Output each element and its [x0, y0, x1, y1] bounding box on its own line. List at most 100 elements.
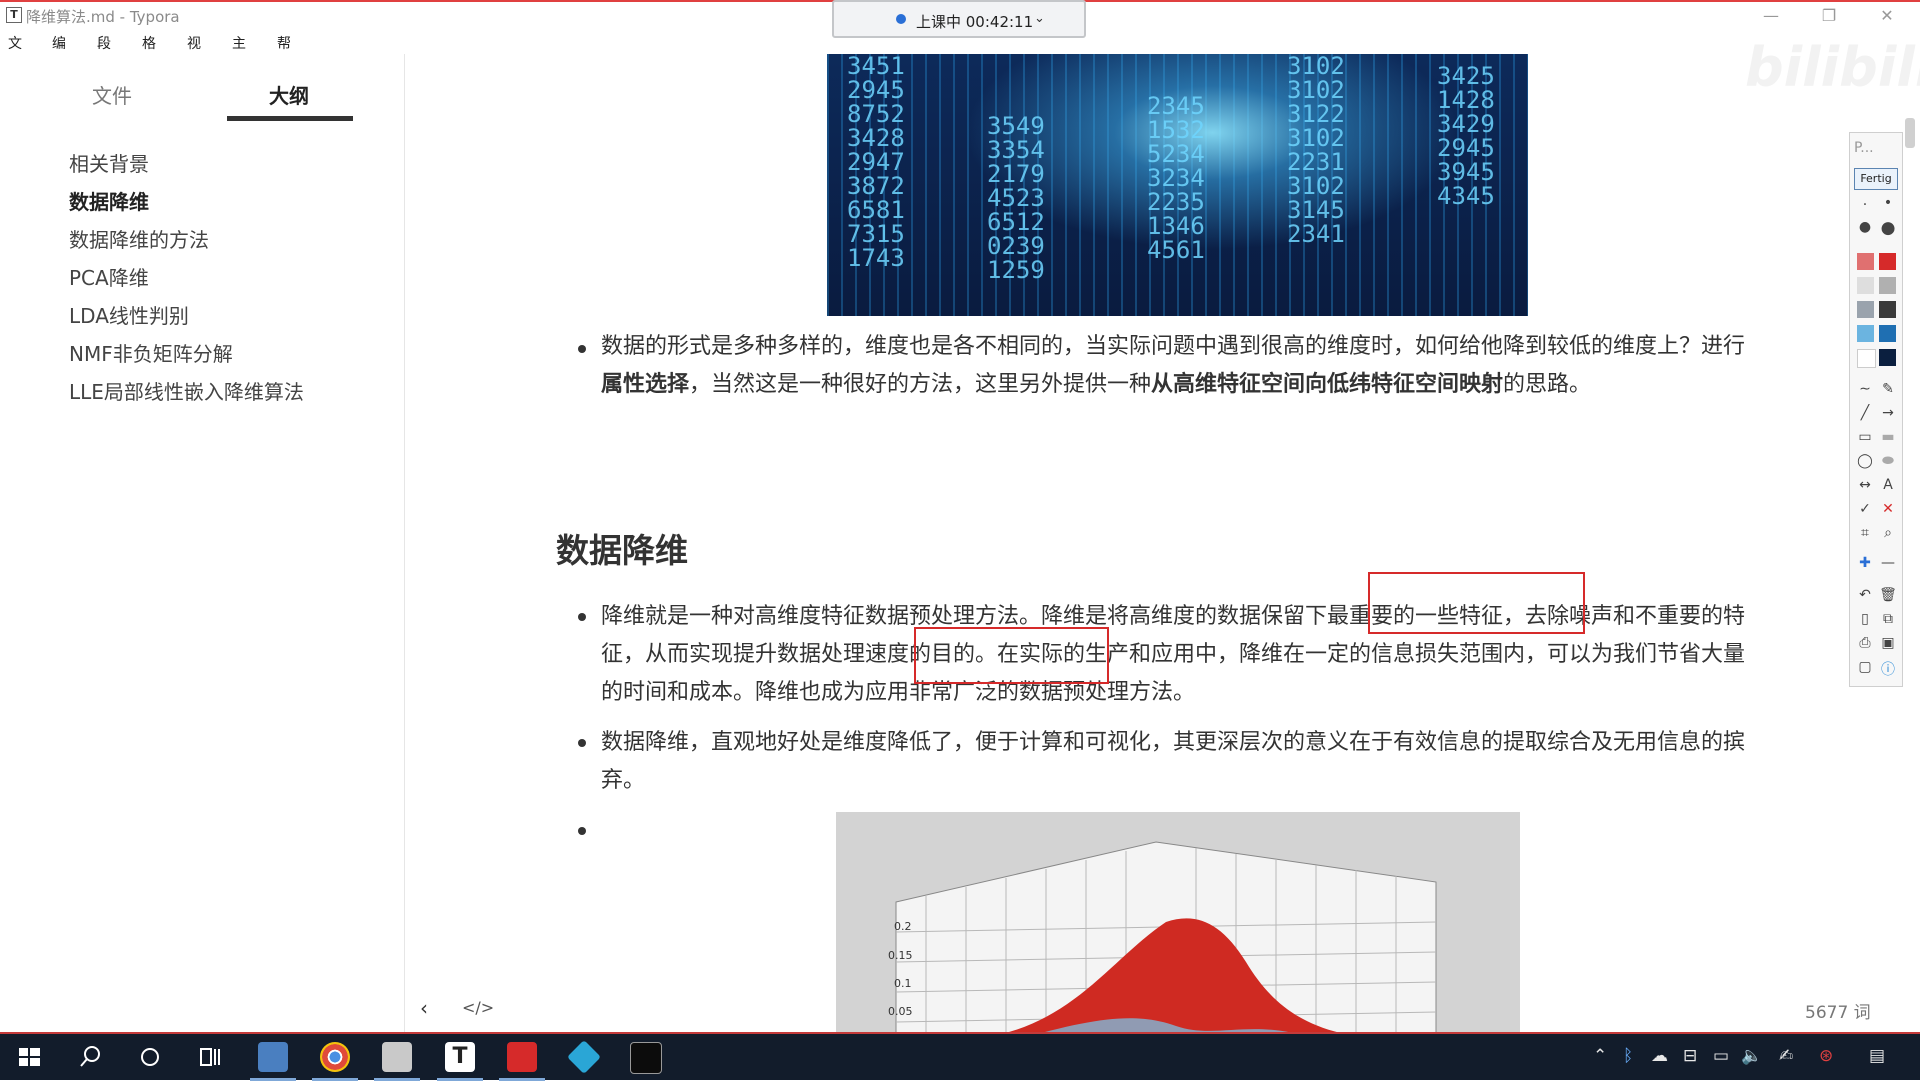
z-tick-label: 0.2: [894, 920, 912, 933]
info-icon[interactable]: ⓘ: [1878, 659, 1898, 679]
highlight-box: [1368, 572, 1585, 634]
chevron-left-icon[interactable]: ‹: [420, 996, 428, 1020]
notifications-icon[interactable]: ▤: [1869, 1046, 1885, 1066]
highlighter-blue-icon[interactable]: [1857, 325, 1874, 342]
windows-start-icon[interactable]: [14, 1042, 44, 1072]
chevron-down-icon[interactable]: ⌄: [1034, 11, 1045, 26]
class-timer-text: 上课中 00:42:11: [916, 13, 1034, 31]
arrow-icon[interactable]: →: [1878, 405, 1898, 421]
outline-item-reduction-methods[interactable]: 数据降维的方法: [69, 224, 209, 253]
digital-data-image: 3451 2945 8752 3428 2947 3872 6581 7315 …: [827, 54, 1528, 316]
color-blue-swatch[interactable]: [1879, 325, 1896, 342]
cortana-icon[interactable]: [135, 1042, 165, 1072]
freehand-icon[interactable]: ∼: [1855, 381, 1875, 397]
outline-item-nmf[interactable]: NMF非负矩阵分解: [69, 338, 233, 367]
list-bullet: [578, 827, 586, 835]
save-icon[interactable]: ▣: [1878, 635, 1898, 651]
outline-item-pca[interactable]: PCA降维: [69, 262, 149, 291]
check-icon[interactable]: ✓: [1855, 501, 1875, 517]
highlighter-red-icon[interactable]: [1857, 253, 1874, 270]
highlight-box: [914, 627, 1109, 684]
screenshot-icon[interactable]: ▢: [1855, 659, 1875, 675]
editor-scrollbar-thumb[interactable]: [1905, 118, 1915, 148]
color-dark-swatch[interactable]: [1879, 301, 1896, 318]
new-page-icon[interactable]: ▯: [1855, 611, 1875, 627]
outline-item-lle[interactable]: LLE局部线性嵌入降维算法: [69, 376, 304, 405]
print-icon[interactable]: ⎙: [1855, 635, 1875, 651]
monitor-icon[interactable]: ▭: [1713, 1046, 1729, 1066]
cross-icon[interactable]: ✕: [1878, 501, 1898, 517]
sidebar: 文件 大纲 相关背景 数据降维 数据降维的方法 PCA降维 LDA线性判别 NM…: [0, 54, 405, 1032]
color-red-swatch[interactable]: [1879, 253, 1896, 270]
source-code-toggle-icon[interactable]: </>: [462, 998, 494, 1017]
chrome-icon[interactable]: [320, 1042, 350, 1072]
file-explorer-icon[interactable]: [258, 1042, 288, 1072]
pen-icon[interactable]: ✎: [1878, 381, 1898, 397]
search-icon[interactable]: [75, 1042, 105, 1072]
color-gray-swatch[interactable]: [1879, 277, 1896, 294]
taskbar: T ⌃ ᛒ ☁ ⊟ ▭ 🔈 ✍ ⊛ ▤: [0, 1032, 1920, 1081]
filled-rectangle-icon[interactable]: ▬: [1878, 429, 1898, 445]
volume-icon[interactable]: 🔈: [1741, 1046, 1762, 1066]
class-timer-widget[interactable]: 上课中 00:42:11 ⌄: [832, 0, 1086, 38]
maximize-button[interactable]: ❐: [1806, 4, 1852, 28]
done-button[interactable]: Fertig: [1854, 168, 1898, 190]
typora-icon[interactable]: T: [445, 1042, 475, 1072]
bold-attribute-selection: 属性选择: [601, 372, 690, 397]
color-white-swatch[interactable]: [1857, 349, 1876, 368]
outline-item-data-reduction[interactable]: 数据降维: [69, 186, 149, 215]
annotation-toolbar: P... Fertig · • ● ● ∼ ✎ ╱ → ▭ ▬ ◯ ⬬ ↔ A …: [1849, 132, 1903, 687]
large-dot-icon[interactable]: ●: [1855, 219, 1875, 235]
section-heading: 数据降维: [556, 531, 688, 570]
trash-icon[interactable]: 🗑: [1878, 587, 1898, 603]
double-arrow-icon[interactable]: ↔: [1855, 477, 1875, 493]
z-tick-label: 0.15: [888, 949, 913, 962]
pen-icon[interactable]: ✍: [1779, 1046, 1793, 1066]
minimize-button[interactable]: —: [1748, 4, 1794, 28]
small-dot-icon[interactable]: ·: [1855, 197, 1875, 213]
plus-icon[interactable]: ✚: [1855, 555, 1875, 571]
antivirus-icon[interactable]: ⊛: [1819, 1046, 1833, 1066]
paragraph-text: 的思路。: [1503, 372, 1592, 397]
bold-feature-mapping: 从高维特征空间向低纬特征空间映射: [1151, 372, 1504, 397]
recording-dot-icon: [896, 14, 906, 24]
network-folder-icon[interactable]: ⊟: [1683, 1046, 1697, 1066]
zoom-icon[interactable]: ⌕: [1878, 525, 1898, 541]
filled-ellipse-icon[interactable]: ⬬: [1878, 453, 1898, 469]
window-title: 降维算法.md - Typora: [26, 8, 180, 26]
cloud-icon[interactable]: ☁: [1651, 1046, 1668, 1066]
gaussian-surface-image: 0.2 0.15 0.1 0.05: [836, 812, 1520, 1040]
copy-icon[interactable]: ⧉: [1878, 611, 1898, 627]
chevron-up-icon[interactable]: ⌃: [1593, 1046, 1607, 1066]
color-navy-swatch[interactable]: [1879, 349, 1896, 366]
list-bullet: [578, 613, 586, 621]
outline-item-background[interactable]: 相关背景: [69, 148, 149, 177]
paragraph-intro[interactable]: 数据的形式是多种多样的，维度也是各不相同的，当实际问题中遇到很高的维度时，如何给…: [601, 328, 1756, 404]
ellipse-icon[interactable]: ◯: [1855, 453, 1875, 469]
tab-outline[interactable]: 大纲: [269, 80, 309, 109]
word-count[interactable]: 5677 词: [1805, 998, 1871, 1023]
undo-icon[interactable]: ↶: [1855, 587, 1875, 603]
text-tool-icon[interactable]: A: [1878, 477, 1898, 493]
list-bullet: [578, 739, 586, 747]
highlighter-gray-icon[interactable]: [1857, 277, 1874, 294]
rectangle-icon[interactable]: ▭: [1855, 429, 1875, 445]
close-button[interactable]: ✕: [1864, 4, 1910, 28]
paint-icon[interactable]: [382, 1042, 412, 1072]
outline-item-lda[interactable]: LDA线性判别: [69, 300, 189, 329]
typora-app-icon: T: [6, 7, 22, 23]
line-icon[interactable]: ╱: [1855, 405, 1875, 421]
crop-icon[interactable]: ⌗: [1855, 525, 1875, 541]
paragraph-benefits[interactable]: 数据降维，直观地好处是维度降低了，便于计算和可视化，其更深层次的意义在于有效信息…: [601, 724, 1756, 800]
vscode-icon[interactable]: [567, 1040, 601, 1074]
task-view-icon[interactable]: [195, 1042, 225, 1072]
paragraph-text: 数据的形式是多种多样的，维度也是各不相同的，当实际问题中遇到很高的维度时，如何给…: [601, 334, 1746, 359]
bluetooth-icon[interactable]: ᛒ: [1623, 1046, 1633, 1066]
highlighter-dark-icon[interactable]: [1857, 301, 1874, 318]
pdf-reader-icon[interactable]: [507, 1042, 537, 1072]
xlarge-dot-icon[interactable]: ●: [1878, 218, 1898, 238]
minus-icon[interactable]: —: [1878, 555, 1898, 571]
tab-files[interactable]: 文件: [92, 80, 132, 109]
terminal-icon[interactable]: [630, 1042, 662, 1074]
medium-dot-icon[interactable]: •: [1878, 195, 1898, 211]
